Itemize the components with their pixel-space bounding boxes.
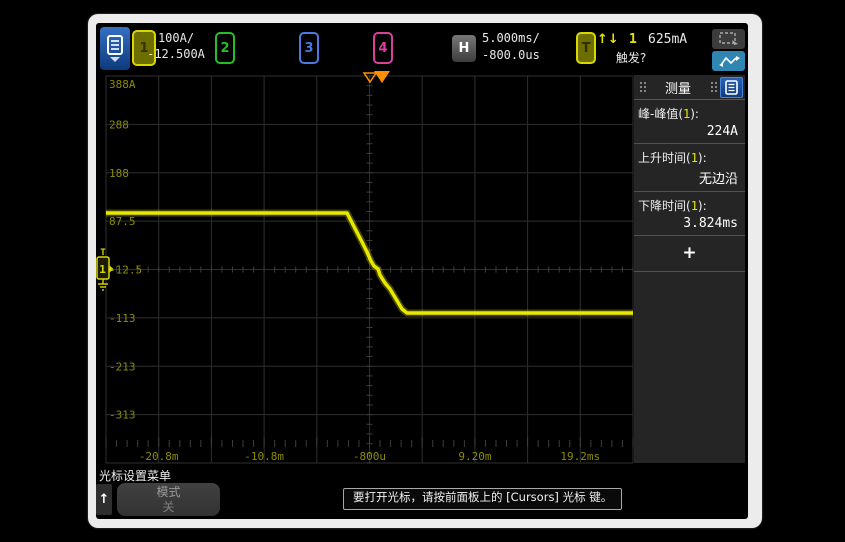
channel-3-button[interactable]: 3 (299, 32, 319, 64)
svg-text:288: 288 (109, 118, 129, 131)
measurement-label: 下降时间(1): (634, 195, 745, 214)
svg-text:388A: 388A (109, 78, 136, 91)
svg-text:87.5: 87.5 (109, 215, 136, 228)
waveform-search-icon (718, 54, 740, 68)
svg-text:-10.8m: -10.8m (244, 450, 284, 463)
search-waveform-button[interactable] (712, 51, 745, 71)
channel-4-button[interactable]: 4 (373, 32, 393, 64)
trigger-level: 625mA (648, 32, 687, 47)
svg-text:-800u: -800u (353, 450, 386, 463)
trigger-slope-icon: ↑↓ (597, 32, 619, 47)
scope-screen: 1 100A/ -12.500A 2 3 4 H 5.000ms/ -800.0… (96, 23, 748, 519)
ground-symbol-icon (98, 279, 108, 290)
measurement-value: 无边沿 (634, 166, 745, 191)
measurement-panel-header[interactable]: 测量 (634, 75, 745, 100)
trigger-position-marker-icon (374, 71, 390, 83)
trigger-status: 触发? (596, 49, 666, 66)
mode-value: 关 (162, 500, 174, 515)
measurement-menu-button[interactable] (720, 77, 743, 98)
channel-1-offset: -12.500A (144, 46, 208, 62)
timebase-delay: -800.0us (482, 47, 540, 64)
svg-text:-20.8m: -20.8m (139, 450, 179, 463)
svg-text:19.2ms: 19.2ms (560, 450, 600, 463)
measurement-row[interactable]: 峰-峰值(1): 224A (634, 100, 745, 144)
measurement-row[interactable]: 上升时间(1): 无边沿 (634, 144, 745, 192)
zoom-region-button[interactable] (712, 29, 745, 49)
scope-grid[interactable]: 388A28818887.5-12.5-113-213-313-20.8m-10… (106, 76, 633, 463)
measurement-panel-title: 测量 (649, 78, 707, 97)
add-measurement-button[interactable]: + (634, 236, 745, 272)
selection-rect-icon (719, 32, 739, 46)
trigger-button[interactable]: T (576, 32, 596, 64)
measurement-value: 224A (634, 122, 745, 143)
menu-list-icon (725, 80, 738, 95)
measurement-label: 峰-峰值(1): (634, 103, 745, 122)
horizontal-button[interactable]: H (452, 35, 476, 62)
scope-bezel: 1 100A/ -12.500A 2 3 4 H 5.000ms/ -800.0… (88, 14, 762, 528)
measurement-row[interactable]: 下降时间(1): 3.824ms (634, 192, 745, 236)
channel-ground-marker[interactable]: T 1 (96, 246, 114, 298)
softkey-menu-title: 光标设置菜单 (99, 467, 171, 484)
measurement-label: 上升时间(1): (634, 147, 745, 166)
cursor-hint-message: 要打开光标，请按前面板上的 [Cursors] 光标 键。 (343, 488, 622, 510)
svg-text:-113: -113 (109, 312, 136, 325)
svg-text:-213: -213 (109, 360, 136, 373)
cursor-mode-softkey[interactable]: 模式 关 (117, 483, 220, 516)
channel-2-button[interactable]: 2 (215, 32, 235, 64)
mode-label: 模式 (156, 485, 180, 500)
timebase-scale: 5.000ms/ (482, 30, 540, 47)
horizontal-readout: 5.000ms/ -800.0us (482, 30, 540, 64)
menu-list-icon (107, 35, 123, 55)
svg-text:9.20m: 9.20m (458, 450, 491, 463)
measurement-value: 3.824ms (634, 214, 745, 235)
measurement-panel: 测量 峰-峰值(1): 224A 上升时间(1): 无边沿 (634, 75, 745, 463)
svg-text:-313: -313 (109, 409, 136, 422)
menu-back-button[interactable]: ↑ (96, 484, 112, 515)
svg-text:188: 188 (109, 167, 129, 180)
drag-grip-icon (639, 81, 646, 94)
chevron-down-icon (110, 57, 120, 62)
drag-grip-icon (710, 81, 717, 94)
main-menu-button[interactable] (100, 27, 130, 70)
ground-marker-channel: 1 (99, 263, 106, 276)
channel-1-scale: 100A/ (144, 30, 208, 46)
trigger-source: 1 (629, 32, 637, 47)
channel-1-readout: 100A/ -12.500A (144, 30, 208, 62)
ground-arrow-icon (109, 265, 114, 273)
